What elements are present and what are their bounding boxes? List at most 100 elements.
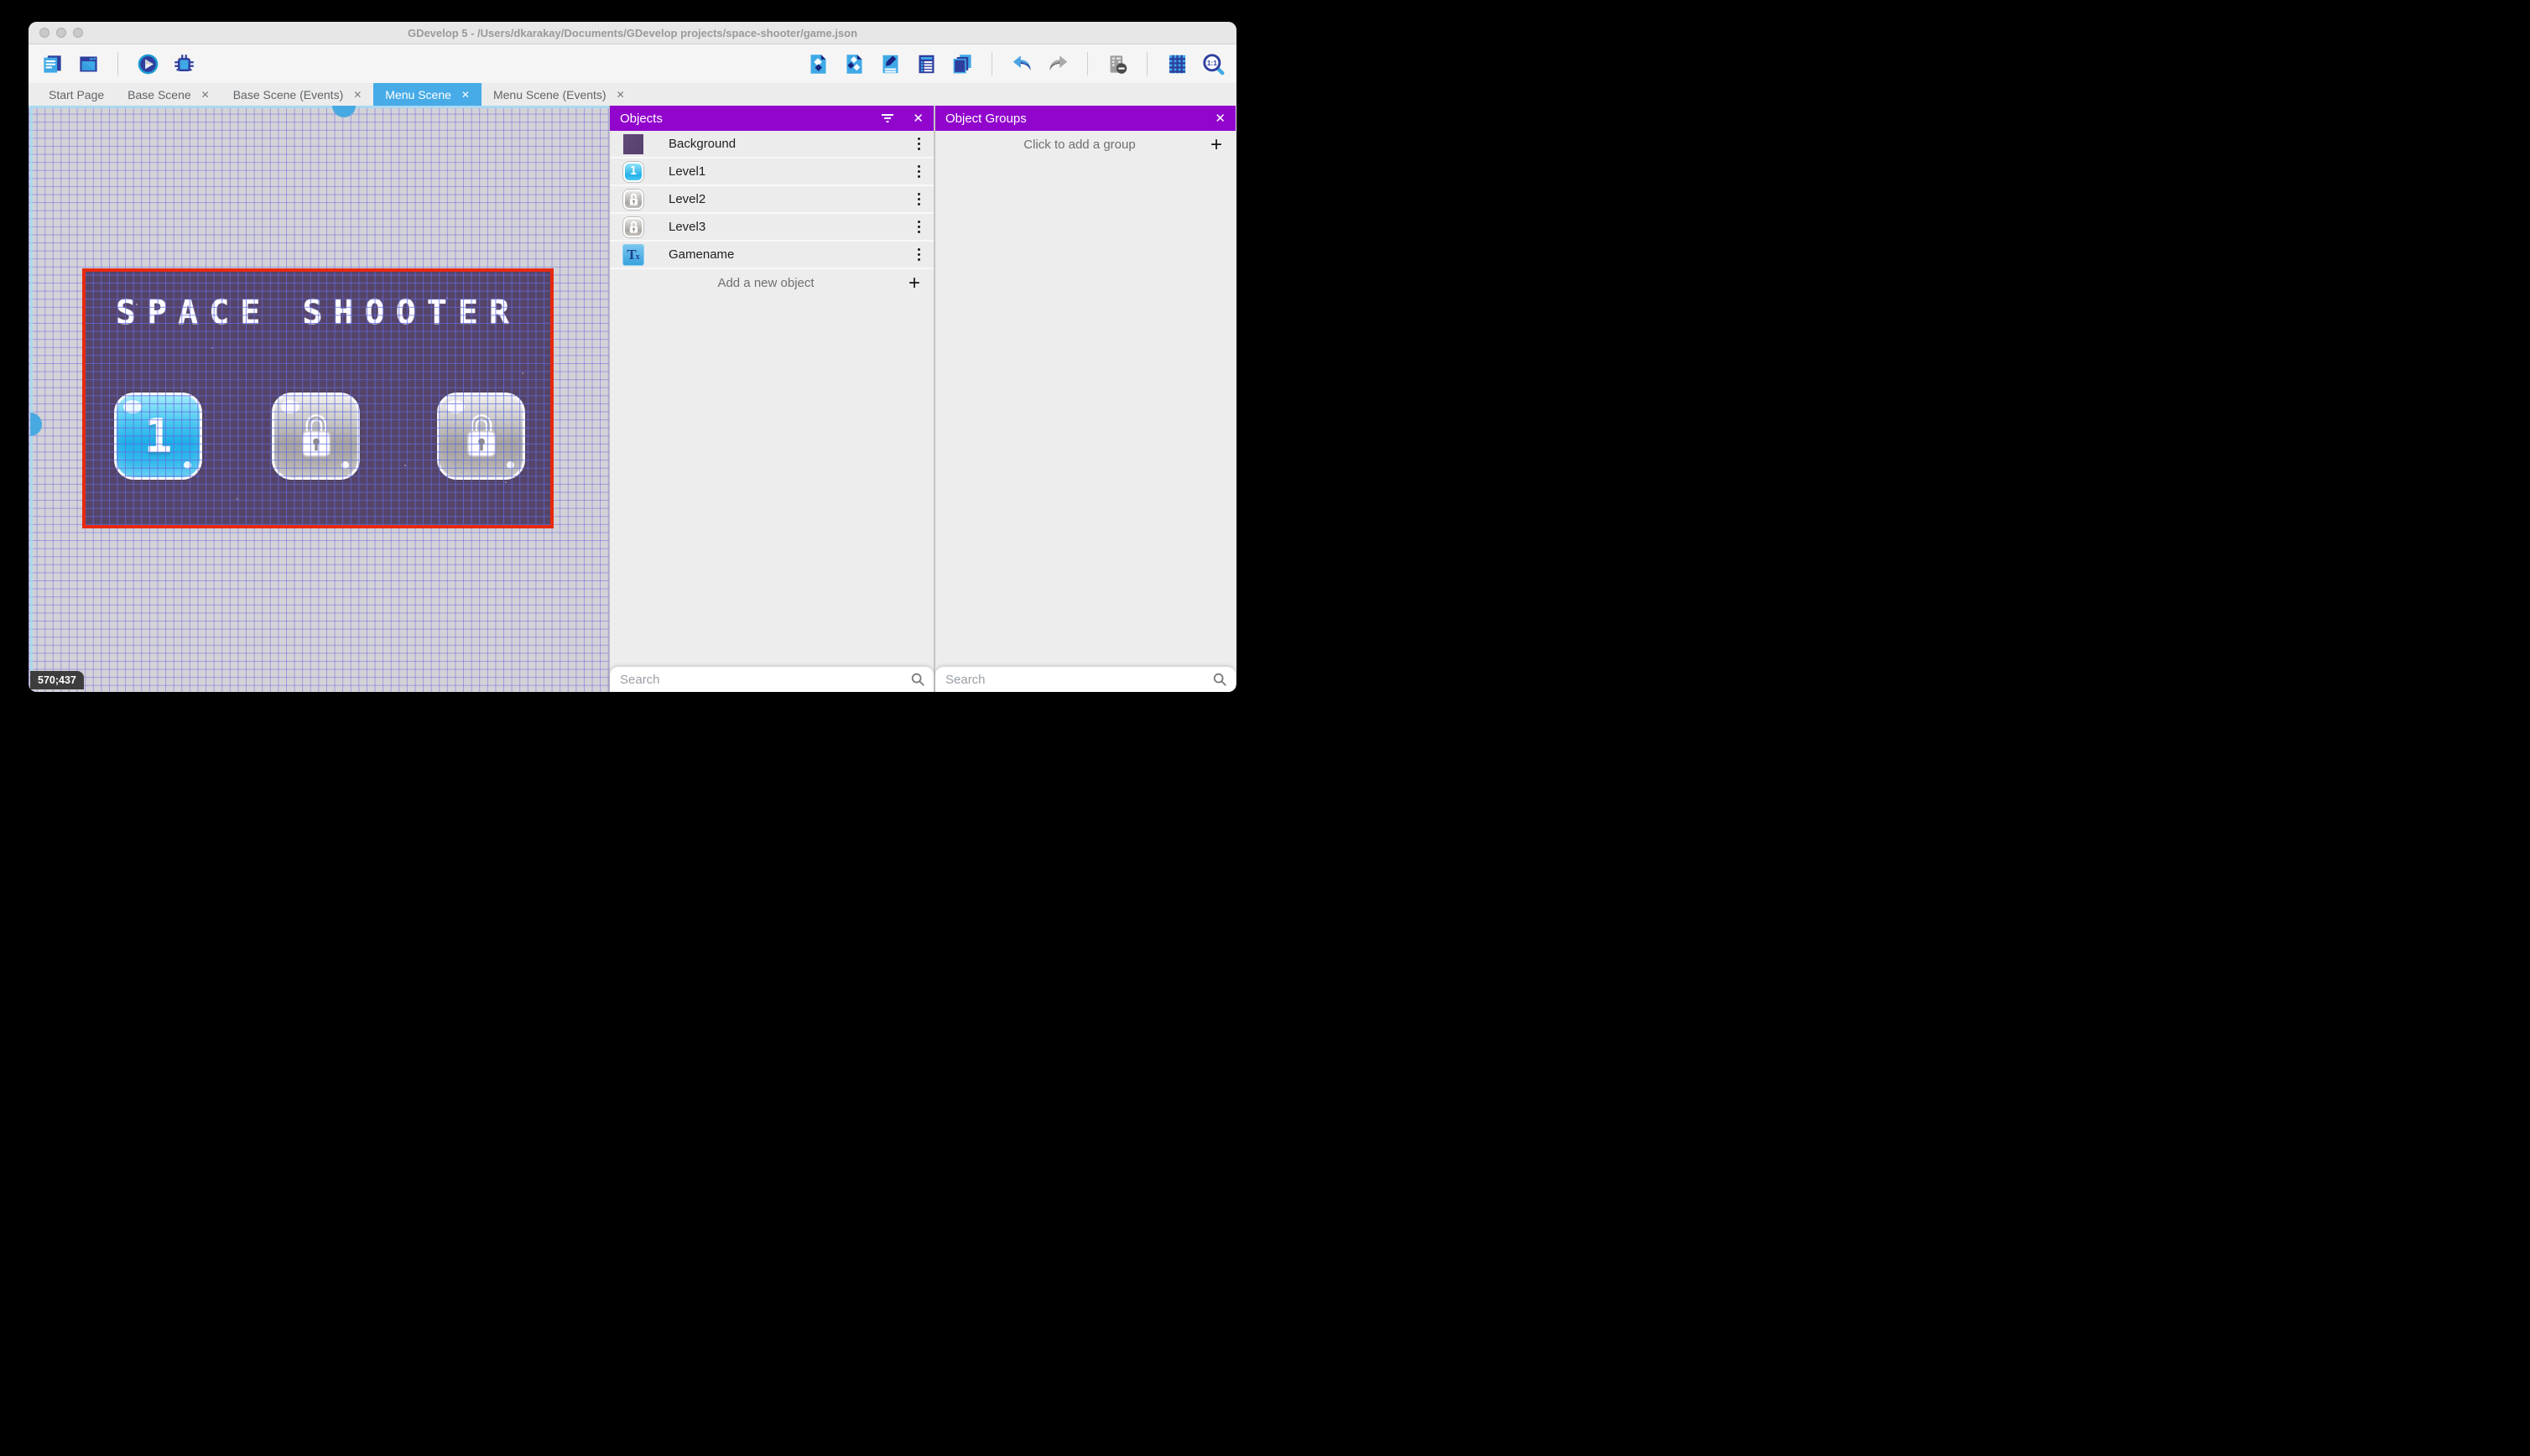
object-menu-kebab-icon[interactable] (916, 191, 923, 208)
level1-button-instance[interactable]: 1 (114, 393, 202, 480)
redo-icon (1049, 55, 1067, 70)
objects-panel: Objects ✕ Background 1 Level1 Level2 Lev… (609, 106, 934, 692)
toolbar: 1:1 (29, 44, 1236, 83)
tab-label: Menu Scene (Events) (492, 87, 606, 101)
object-name: Background (669, 137, 737, 151)
grid-icon (1169, 55, 1185, 73)
grid-button[interactable] (1165, 52, 1189, 75)
locked-thumbnail (623, 216, 643, 237)
groups-panel-header: Object Groups ✕ (935, 106, 1236, 131)
zoom-1-1-icon: 1:1 (1202, 53, 1224, 75)
objects-panel-header: Objects ✕ (610, 106, 934, 131)
tab-menu-scene-events[interactable]: Menu Scene (Events) ✕ (482, 83, 637, 106)
mask-disabled-icon (1110, 55, 1127, 74)
level1-thumbnail: 1 (623, 161, 643, 182)
tab-close-icon[interactable]: ✕ (461, 89, 470, 101)
level1-digit: 1 (143, 408, 173, 464)
object-row-level3[interactable]: Level3 (610, 214, 934, 242)
scene-title-instance[interactable]: SPACE SHOOTER (86, 294, 550, 332)
plus-icon[interactable]: + (1210, 134, 1222, 155)
layers-panel-button[interactable] (950, 52, 974, 75)
objects-search-input[interactable] (620, 672, 910, 687)
horizontal-scrollbar-track[interactable] (29, 106, 609, 108)
lock-icon (629, 193, 638, 205)
toolbar-divider (117, 52, 118, 75)
object-row-gamename[interactable]: Tx Gamename (610, 242, 934, 269)
preview-play-button[interactable] (136, 52, 159, 75)
object-menu-kebab-icon[interactable] (916, 136, 923, 153)
object-row-level1[interactable]: 1 Level1 (610, 159, 934, 186)
edit-properties-icon (882, 55, 898, 73)
tab-label: Base Scene (128, 87, 191, 101)
object-groups-panel: Object Groups ✕ Click to add a group + (934, 106, 1236, 692)
add-group-row[interactable]: Click to add a group + (935, 131, 1236, 159)
search-icon (1213, 673, 1226, 686)
object-menu-kebab-icon[interactable] (916, 247, 923, 263)
horizontal-scrollbar-thumb[interactable] (332, 106, 356, 117)
scene-canvas[interactable]: SPACE SHOOTER 1 570;437 (29, 106, 609, 692)
background-thumbnail (623, 133, 643, 154)
groups-panel-title: Object Groups (945, 111, 1027, 126)
scene-window-icon (79, 56, 97, 71)
plus-icon[interactable]: + (908, 273, 920, 294)
object-name: Gamename (669, 247, 735, 262)
toolbar-divider (1087, 52, 1088, 75)
scene-properties-button[interactable] (76, 52, 100, 75)
svg-text:1:1: 1:1 (1206, 59, 1216, 67)
lock-icon (301, 414, 331, 457)
tab-close-icon[interactable]: ✕ (201, 89, 210, 101)
object-name: Level1 (669, 164, 706, 179)
level3-button-instance[interactable] (437, 393, 525, 480)
tab-label: Base Scene (Events) (232, 87, 344, 101)
instances-list-button[interactable] (914, 52, 938, 75)
scene-stars (86, 272, 87, 273)
titlebar: GDevelop 5 - /Users/dkarakay/Documents/G… (29, 22, 1236, 44)
add-object-row[interactable]: Add a new object + (610, 269, 934, 297)
objects-search-bar (610, 667, 934, 692)
filter-icon[interactable] (879, 110, 896, 127)
object-row-background[interactable]: Background (610, 131, 934, 159)
locked-thumbnail (623, 189, 643, 210)
bug-icon (174, 54, 194, 71)
toolbar-divider (1147, 52, 1148, 75)
zoom-reset-button[interactable]: 1:1 (1201, 52, 1225, 75)
properties-panel-button[interactable] (878, 52, 902, 75)
vertical-scrollbar-thumb[interactable] (30, 413, 42, 436)
tab-base-scene[interactable]: Base Scene ✕ (116, 83, 221, 106)
vertical-scrollbar-track[interactable] (30, 106, 33, 692)
tab-close-icon[interactable]: ✕ (617, 89, 625, 101)
tab-menu-scene[interactable]: Menu Scene ✕ (373, 83, 482, 106)
render-options-button[interactable] (1106, 52, 1129, 75)
add-object-icon (810, 54, 825, 74)
cursor-coordinates-badge: 570;437 (30, 671, 84, 689)
undo-button[interactable] (1010, 52, 1033, 75)
object-groups-icon (846, 54, 862, 74)
tab-label: Start Page (49, 87, 105, 101)
tab-label: Menu Scene (385, 87, 451, 101)
object-row-level2[interactable]: Level2 (610, 186, 934, 214)
tab-start-page[interactable]: Start Page (37, 83, 116, 106)
gdevelop-window: GDevelop 5 - /Users/dkarakay/Documents/G… (29, 22, 1236, 692)
play-icon (138, 54, 158, 74)
debugger-button[interactable] (172, 52, 195, 75)
game-scene-rect[interactable]: SPACE SHOOTER 1 (82, 268, 554, 528)
project-manager-icon (43, 55, 61, 73)
object-menu-kebab-icon[interactable] (916, 164, 923, 180)
objects-panel-button[interactable] (806, 52, 830, 75)
level2-button-instance[interactable] (272, 393, 360, 480)
redo-button[interactable] (1046, 52, 1070, 75)
project-manager-button[interactable] (40, 52, 64, 75)
tab-close-icon[interactable]: ✕ (353, 89, 362, 101)
objects-panel-title: Objects (620, 111, 663, 126)
object-menu-kebab-icon[interactable] (916, 219, 923, 236)
object-groups-panel-button[interactable] (842, 52, 866, 75)
window-title: GDevelop 5 - /Users/dkarakay/Documents/G… (407, 26, 858, 39)
groups-search-input[interactable] (945, 672, 1212, 687)
search-icon (911, 673, 924, 686)
close-groups-panel-icon[interactable]: ✕ (1215, 111, 1226, 126)
tab-base-scene-events[interactable]: Base Scene (Events) ✕ (221, 83, 374, 106)
close-objects-panel-icon[interactable]: ✕ (913, 111, 924, 126)
object-name: Level2 (669, 192, 706, 206)
instances-list-icon (919, 55, 934, 73)
add-group-label: Click to add a group (1023, 138, 1136, 152)
